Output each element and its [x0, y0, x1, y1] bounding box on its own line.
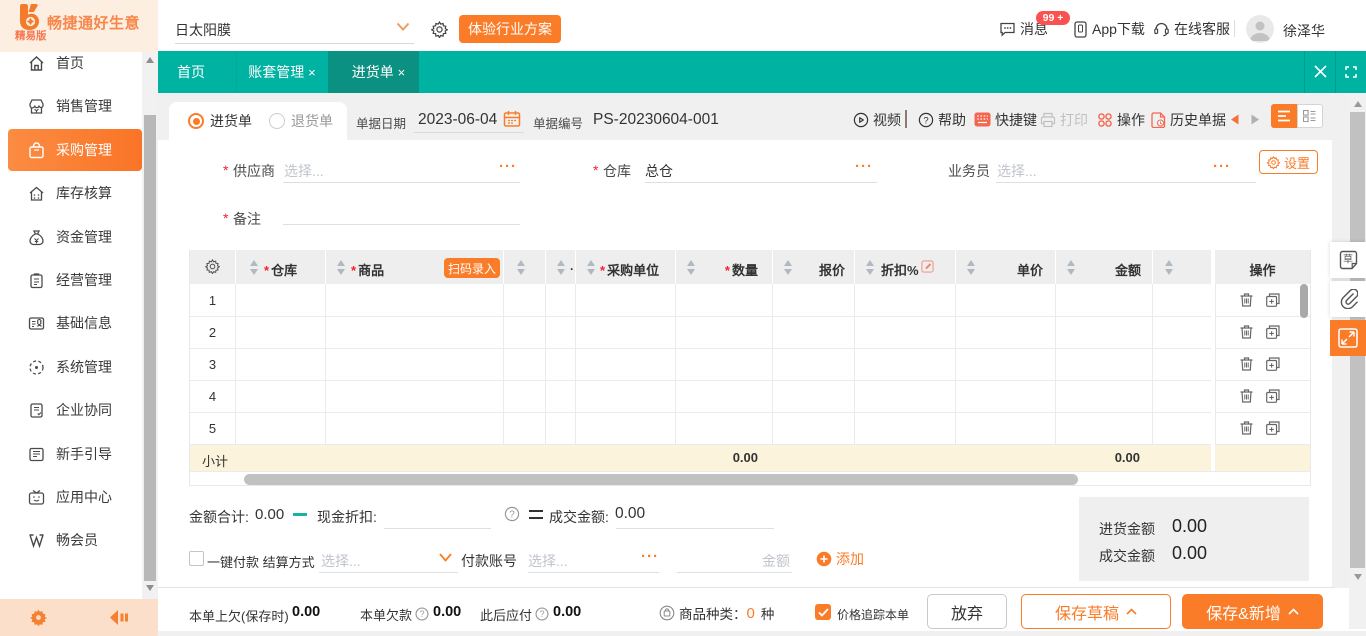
- svg-text:?: ?: [540, 609, 545, 619]
- svg-text:?: ?: [420, 609, 425, 619]
- svg-text:草: 草: [1343, 254, 1353, 266]
- svg-text:?: ?: [923, 115, 928, 126]
- svg-text:?: ?: [509, 510, 515, 521]
